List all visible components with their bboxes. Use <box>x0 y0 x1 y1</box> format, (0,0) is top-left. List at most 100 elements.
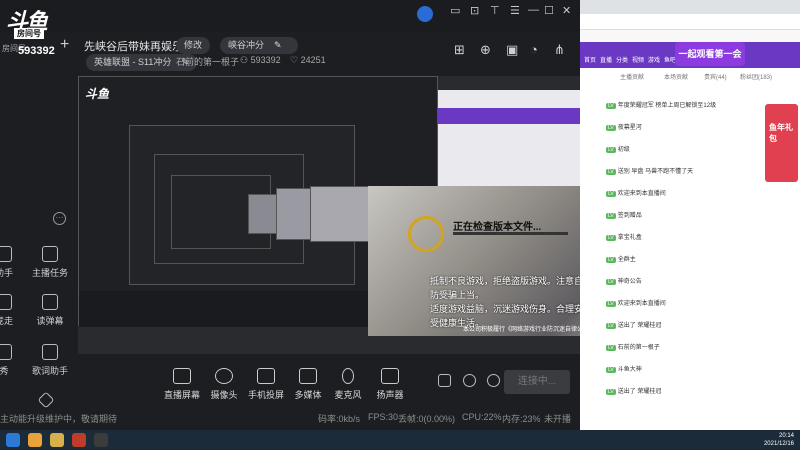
control-microphone[interactable]: 麦克风 <box>326 368 370 401</box>
media-icon <box>299 368 317 384</box>
control-phone-cast[interactable]: 手机投屏 <box>244 368 288 401</box>
stat-drop: 丢帧:0(0.00%) <box>398 414 456 424</box>
nav-item[interactable]: 视频 <box>632 55 644 64</box>
address-bar[interactable] <box>580 14 800 30</box>
cascade-tile <box>310 186 370 242</box>
level-badge: LV <box>606 301 616 307</box>
stream-preview[interactable]: 斗鱼 正在检查版本文件... 抵制不良游戏，拒绝盗版游戏。注意自我保 <box>78 76 580 354</box>
dialog-message: 正在检查版本文件... <box>453 222 542 233</box>
level-badge: LV <box>606 279 616 285</box>
maximize-icon[interactable]: ☐ <box>544 4 554 17</box>
chat-message: LV 签到赠品 <box>606 210 642 219</box>
tab-session-contrib[interactable]: 本场贡献 <box>664 72 688 81</box>
sidebar-item-danmu[interactable]: 读弹幕 <box>20 294 80 327</box>
penguin-icon[interactable] <box>94 433 108 447</box>
chat-message: LV 送出了 荣耀桂冠 <box>606 386 661 395</box>
chat-message: LV 石前的第一根子 <box>606 342 660 351</box>
speaker-icon <box>381 368 399 384</box>
danmu-icon <box>42 294 58 310</box>
lock-icon[interactable]: ⊕ <box>480 42 491 58</box>
level-badge: LV <box>606 213 616 219</box>
nav-item[interactable]: 游戏 <box>648 55 660 64</box>
start-live-button[interactable]: 连接中... <box>504 370 570 394</box>
nav-item[interactable]: 首页 <box>584 55 596 64</box>
sidebar-item-tasks[interactable]: 主播任务 <box>20 246 80 279</box>
follower-count-value: 24251 <box>300 55 326 65</box>
windows-start-icon[interactable] <box>6 433 20 447</box>
tab-fanclub[interactable]: 粉丝团(183) <box>740 72 772 81</box>
screen-capture-icon <box>173 368 191 384</box>
chat-message: LV 斗鱼大神 <box>606 364 642 373</box>
chat-message: LV 送出了 荣耀桂冠 <box>606 320 661 329</box>
eye-icon[interactable] <box>463 374 476 387</box>
control-label: 直播屏幕 <box>163 390 200 400</box>
chat-message-text: 送别 早盘 马兽不跑不懂了天 <box>617 169 694 175</box>
control-media[interactable]: 多媒体 <box>286 368 330 401</box>
control-label: 手机投屏 <box>247 390 284 400</box>
level-badge: LV <box>606 389 616 395</box>
level-badge: LV <box>606 169 616 175</box>
record-icon[interactable] <box>438 374 451 387</box>
nav-item[interactable]: 直播 <box>600 55 612 64</box>
sidebar-item-lyrics[interactable]: 歌词助手 <box>20 344 80 377</box>
share-icon[interactable]: ⋔ <box>554 42 565 58</box>
level-badge: LV <box>606 257 616 263</box>
show-icon <box>0 344 12 360</box>
room-number: 593392 <box>18 45 55 57</box>
chat-icon[interactable]: ▭ <box>450 4 460 17</box>
status-bar: 主动能升级维护中，敬请期待 码率:0kb/s FPS:30 丢帧:0(0.00%… <box>0 412 580 428</box>
sidebar-item-label: 读弹幕 <box>36 316 64 326</box>
folder-icon[interactable] <box>50 433 64 447</box>
follower-count: ♡ 24251 <box>290 55 326 65</box>
level-badge: LV <box>606 235 616 241</box>
menu-icon[interactable]: ☰ <box>510 4 520 17</box>
cube-icon[interactable] <box>37 391 55 409</box>
gift-pack-button[interactable]: 鱼年礼包 <box>765 104 798 182</box>
gift-icon[interactable]: ⊞ <box>454 42 465 58</box>
sidebar-item-label: 竞走 <box>0 316 13 326</box>
chat-message-text: 送出了 荣耀桂冠 <box>617 323 662 329</box>
level-badge: LV <box>606 345 616 351</box>
chat-message: LV 夜幕星河 <box>606 122 642 131</box>
shirt-icon[interactable]: ⊤ <box>490 4 500 17</box>
control-speaker[interactable]: 扬声器 <box>368 368 412 401</box>
douyu-taskbar-icon[interactable] <box>72 433 86 447</box>
tab-anchor-contrib[interactable]: 主播贡献 <box>620 72 644 81</box>
tab-vip[interactable]: 贵宾(44) <box>704 72 727 81</box>
nested-logo: 斗鱼 <box>85 87 110 101</box>
control-label: 扬声器 <box>376 390 404 400</box>
add-button[interactable]: + <box>60 36 69 54</box>
chat-message: LV 欢迎来到本直播间 <box>606 188 666 197</box>
event-banner[interactable]: 一起观看第一会 <box>675 42 745 66</box>
chat-message-text: 送出了 荣耀桂冠 <box>617 389 662 395</box>
phone-cast-icon <box>257 368 275 384</box>
edit-title-button[interactable]: 修改 <box>176 37 211 54</box>
stat-bitrate: 码率:0kb/s <box>318 414 361 424</box>
diamond-avatar-icon[interactable] <box>417 6 433 22</box>
control-camera[interactable]: 摄像头 <box>202 368 246 401</box>
control-screen-capture[interactable]: 直播屏幕 <box>160 368 204 401</box>
browser-tab-strip <box>580 0 800 14</box>
clock-date: 2021/12/16 <box>763 441 794 447</box>
folder-icon[interactable]: ▣ <box>506 42 518 58</box>
nav-item[interactable]: 分类 <box>616 55 628 64</box>
pencil-icon: ✎ <box>274 40 282 50</box>
chat-message: LV 全群主 <box>606 254 636 263</box>
screen-icon[interactable]: ⊡ <box>470 4 479 17</box>
walk-icon <box>0 294 12 310</box>
taskbar: 20:14 2021/12/16 <box>0 430 800 450</box>
category-pill[interactable]: 峡谷冲分 ✎ <box>220 37 298 54</box>
viewer-count-value: 593392 <box>250 55 281 65</box>
screen: 斗鱼 房间号 房间号 593392 + 先峡谷后带妹再娱乐! 修改 峡谷冲分 ✎ … <box>0 0 800 450</box>
settings-icon[interactable] <box>487 374 500 387</box>
minimize-icon[interactable]: — <box>528 4 539 16</box>
chrome-icon[interactable] <box>28 433 42 447</box>
bell-icon[interactable]: ◔ <box>530 42 538 57</box>
chat-message-text: 欢迎来到本直播间 <box>617 301 666 307</box>
more-icon[interactable]: ··· <box>53 212 66 225</box>
progress-bar <box>453 232 568 235</box>
close-icon[interactable]: ✕ <box>562 4 571 17</box>
dialog-warning: 抵制不良游戏，拒绝盗版游戏。注意自我保护，谨防受骗上当。 适度游戏益脑，沉迷游戏… <box>430 274 580 330</box>
task-icon <box>42 246 58 262</box>
microphone-icon <box>342 368 354 384</box>
